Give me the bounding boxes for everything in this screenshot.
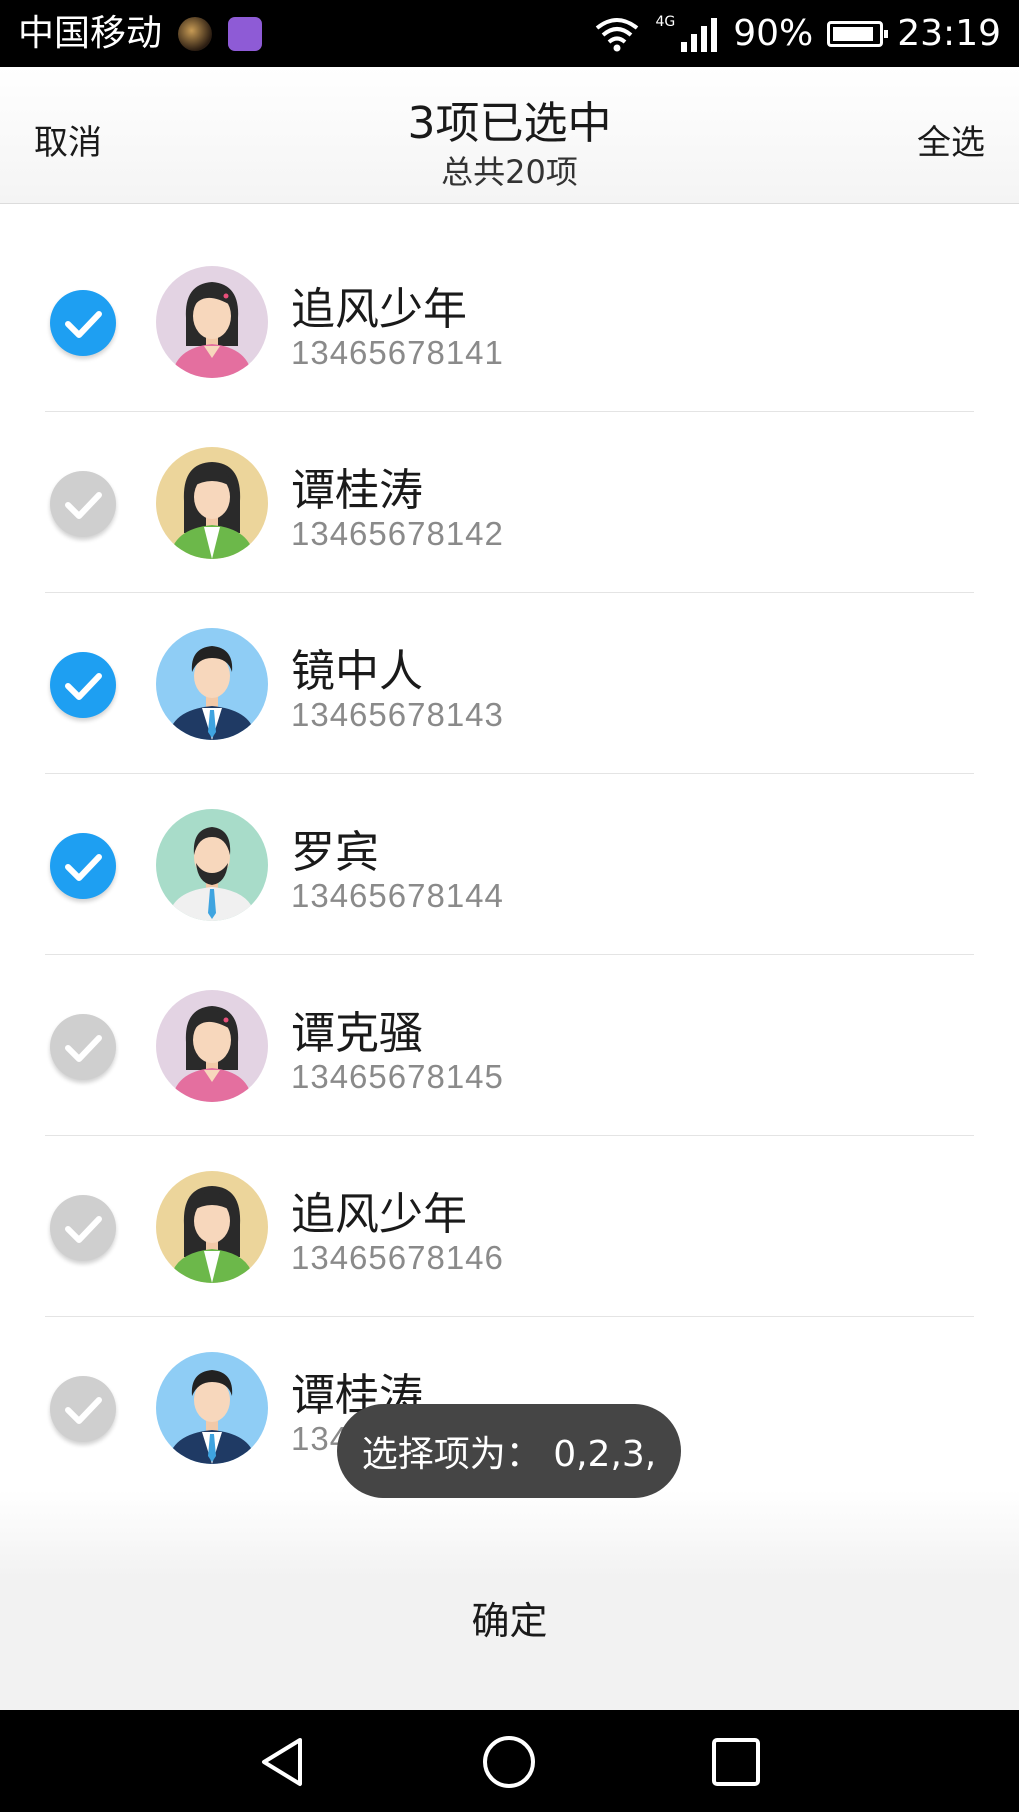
contact-phone: 13465678146 [291,1239,504,1276]
contact-name: 罗宾 [291,827,379,878]
contact-name: 追风少年 [291,1189,467,1240]
unchecked-checkbox-icon[interactable] [50,1014,116,1080]
contact-phone: 13465678141 [291,334,504,371]
contact-phone: 13465678145 [291,1058,504,1095]
confirm-bar: 确定 [0,1490,1019,1710]
battery-icon [827,21,889,47]
selection-toast: 选择项为： 0,2,3, [337,1404,681,1498]
contact-avatar [156,628,268,740]
checked-checkbox-icon[interactable] [50,290,116,356]
contact-name: 谭克骚 [291,1008,423,1059]
contact-row[interactable]: 谭桂涛 13465678142 [0,412,1019,593]
battery-fill [833,27,874,41]
contact-row[interactable]: 罗宾 13465678144 [0,774,1019,955]
checked-checkbox-icon[interactable] [50,833,116,899]
selection-header: 取消 3项已选中 总共20项 全选 [0,67,1019,204]
recent-apps-icon[interactable] [710,1736,762,1788]
contact-phone: 13465678143 [291,696,504,733]
notification-app-icon [178,17,213,51]
selection-count-title: 3项已选中 [407,98,612,149]
unchecked-checkbox-icon[interactable] [50,1376,116,1442]
contact-name: 谭桂涛 [291,465,423,516]
unchecked-checkbox-icon[interactable] [50,471,116,537]
status-bar: 中国移动 4G 90% 23:19 [0,0,1019,67]
clock: 23:19 [897,13,1001,54]
contact-phone: 13465678142 [291,515,504,552]
back-icon[interactable] [256,1736,308,1788]
contact-avatar [156,1171,268,1283]
system-nav-bar [0,1710,1019,1812]
contact-avatar [156,809,268,921]
unchecked-checkbox-icon[interactable] [50,1195,116,1261]
confirm-button[interactable]: 确定 [0,1590,1019,1645]
signal-icon [681,18,718,52]
wifi-icon [596,18,639,52]
carrier-name: 中国移动 [18,13,163,54]
toast-text: 选择项为： 0,2,3, [361,1434,657,1475]
gallery-notification-icon [228,17,263,51]
home-icon[interactable] [480,1736,538,1788]
network-type-label: 4G [655,14,676,30]
contact-row[interactable]: 追风少年 13465678141 [0,231,1019,412]
contact-avatar [156,990,268,1102]
checked-checkbox-icon[interactable] [50,652,116,718]
total-count-subtitle: 总共20项 [441,153,578,191]
select-all-button[interactable]: 全选 [917,115,985,164]
contact-name: 追风少年 [291,284,467,335]
battery-percent: 90% [733,13,814,54]
contact-row[interactable]: 镜中人 13465678143 [0,593,1019,774]
contact-avatar [156,266,268,378]
contact-name: 镜中人 [291,646,423,697]
contact-row[interactable]: 谭克骚 13465678145 [0,955,1019,1136]
contact-avatar [156,1352,268,1464]
contact-row[interactable]: 追风少年 13465678146 [0,1136,1019,1317]
contact-list: 追风少年 13465678141 谭桂涛 13465678142 镜中人 134656… [0,231,1019,1498]
contact-phone: 13465678144 [291,877,504,914]
contact-avatar [156,447,268,559]
